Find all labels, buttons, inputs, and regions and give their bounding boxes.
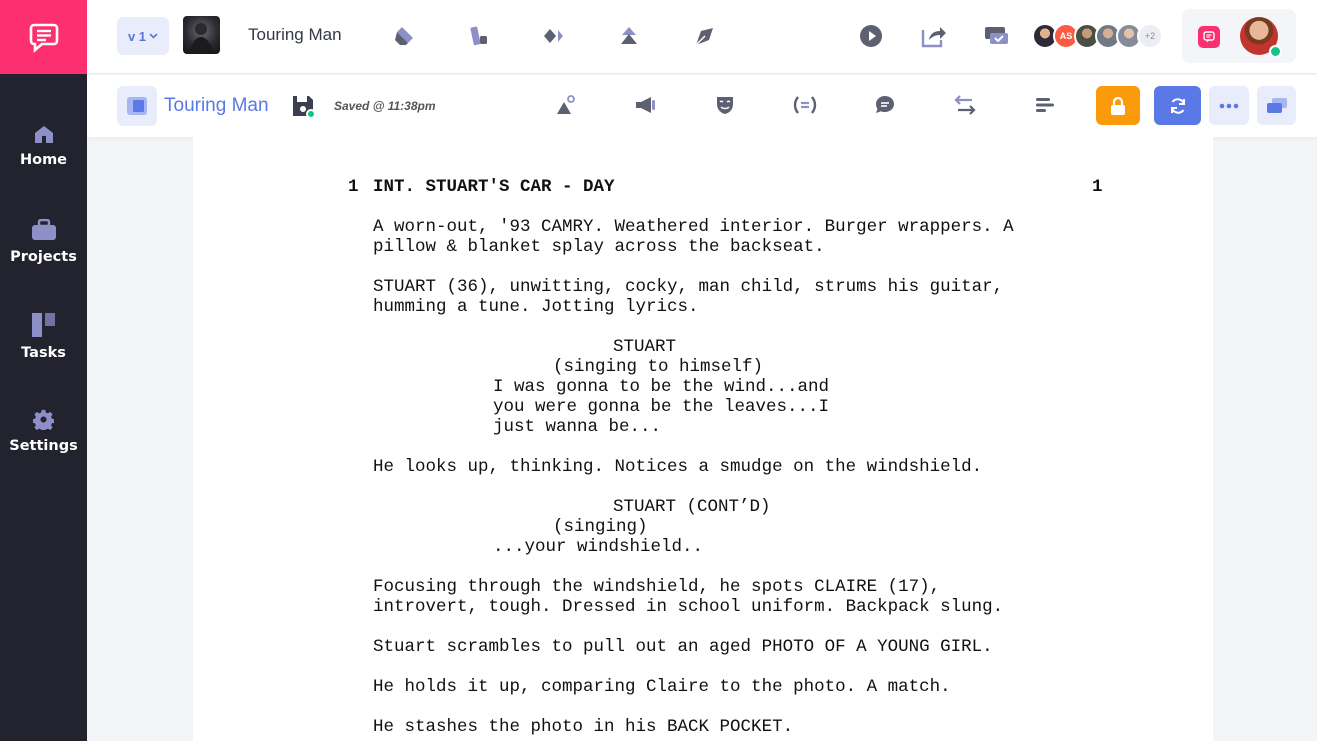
sidebar-item-home[interactable]: Home: [0, 125, 87, 168]
play-icon[interactable]: [857, 22, 885, 50]
chat-logo-icon: [29, 23, 58, 53]
eraser-tool-icon[interactable]: [390, 22, 418, 50]
shapes-tool-icon[interactable]: [465, 22, 493, 50]
chevron-down-icon: [149, 33, 158, 39]
dialogue-line[interactable]: just wanna be...: [493, 417, 661, 437]
sidebar-item-label: Projects: [10, 249, 77, 265]
action-line[interactable]: pillow & blanket splay across the backse…: [373, 237, 825, 257]
lock-icon: [1111, 96, 1125, 115]
character-name[interactable]: STUART: [613, 337, 676, 357]
chat-button[interactable]: [1198, 26, 1220, 48]
avatar-initials: AS: [1059, 31, 1073, 41]
script-page[interactable]: 1 INT. STUART'S CAR - DAY 1 A worn-out, …: [193, 137, 1213, 741]
scene-shapes-icon[interactable]: [552, 91, 580, 119]
user-panel: [1182, 9, 1296, 63]
action-line[interactable]: Stuart scrambles to pull out an aged PHO…: [373, 637, 993, 657]
action-line[interactable]: humming a tune. Jotting lyrics.: [373, 297, 699, 317]
sidebar-item-label: Settings: [9, 438, 78, 454]
share-icon[interactable]: [920, 22, 948, 50]
action-line[interactable]: Focusing through the windshield, he spot…: [373, 577, 940, 597]
sidebar-item-label: Tasks: [21, 345, 66, 361]
action-line[interactable]: He holds it up, comparing Claire to the …: [373, 677, 951, 697]
chat-icon: [1203, 31, 1215, 43]
dialogue-line[interactable]: I was gonna to be the wind...and: [493, 377, 829, 397]
avatar-overflow-count[interactable]: +2: [1137, 23, 1163, 49]
online-status-indicator: [1269, 45, 1282, 58]
align-up-tool-icon[interactable]: [615, 22, 643, 50]
sidebar: Home Projects Tasks Settings: [0, 0, 87, 741]
pen-tool-icon[interactable]: [690, 22, 718, 50]
kanban-icon: [31, 313, 55, 337]
sidebar-item-label: Home: [19, 152, 68, 168]
document-toolbar: Touring Man Saved @ 11:38pm: [87, 75, 1317, 137]
overflow-count-label: +2: [1144, 31, 1156, 41]
saved-status-text: Saved @ 11:38pm: [334, 99, 436, 113]
megaphone-icon[interactable]: [631, 91, 659, 119]
mask-icon[interactable]: [711, 91, 739, 119]
more-options-button[interactable]: [1209, 86, 1249, 125]
project-thumbnail[interactable]: [183, 16, 220, 54]
version-label: v 1: [127, 28, 147, 44]
diamond-tool-icon[interactable]: [540, 22, 568, 50]
ellipsis-icon: [1219, 103, 1239, 108]
sidebar-item-projects[interactable]: Projects: [0, 219, 87, 265]
toggle-panel-button[interactable]: [117, 86, 157, 126]
parenthetical[interactable]: (singing): [553, 517, 648, 537]
refresh-icon: [1170, 97, 1185, 114]
parenthetical[interactable]: (singing to himself): [553, 357, 763, 377]
character-name[interactable]: STUART (CONT’D): [613, 497, 771, 517]
briefcase-icon: [31, 219, 56, 240]
align-left-icon[interactable]: [1031, 91, 1059, 119]
comments-icon[interactable]: [983, 22, 1011, 50]
version-selector[interactable]: v 1: [117, 17, 169, 55]
sidebar-item-settings[interactable]: Settings: [0, 409, 87, 454]
chat-panel-button[interactable]: [1257, 86, 1296, 125]
scene-number-left: 1: [348, 177, 359, 197]
app-logo[interactable]: [0, 0, 87, 74]
panel-icon: [127, 97, 147, 115]
dialogue-line[interactable]: ...your windshield..: [493, 537, 703, 557]
sidebar-item-tasks[interactable]: Tasks: [0, 313, 87, 361]
scene-number-right: 1: [1092, 177, 1103, 197]
action-line[interactable]: He stashes the photo in his BACK POCKET.: [373, 717, 793, 737]
collaborator-avatars[interactable]: AS +2: [1032, 23, 1163, 51]
chat-bubbles-icon: [1266, 97, 1287, 113]
document-title[interactable]: Touring Man: [164, 95, 269, 117]
saved-status-indicator: [306, 109, 316, 119]
project-title[interactable]: Touring Man: [248, 25, 342, 45]
gear-icon: [33, 409, 54, 430]
top-bar: v 1 Touring Man AS +2: [87, 0, 1317, 74]
dialogue-icon[interactable]: [871, 91, 899, 119]
parenthetical-icon[interactable]: [791, 91, 819, 119]
dialogue-line[interactable]: you were gonna be the leaves...I: [493, 397, 829, 417]
action-line[interactable]: A worn-out, '93 CAMRY. Weathered interio…: [373, 217, 1014, 237]
home-icon: [34, 126, 53, 143]
action-line[interactable]: introvert, tough. Dressed in school unif…: [373, 597, 1003, 617]
action-line[interactable]: STUART (36), unwitting, cocky, man child…: [373, 277, 1003, 297]
scene-heading[interactable]: INT. STUART'S CAR - DAY: [373, 177, 615, 197]
lock-button[interactable]: [1096, 86, 1140, 125]
transition-icon[interactable]: [951, 91, 979, 119]
action-line[interactable]: He looks up, thinking. Notices a smudge …: [373, 457, 982, 477]
sync-button[interactable]: [1154, 86, 1201, 125]
